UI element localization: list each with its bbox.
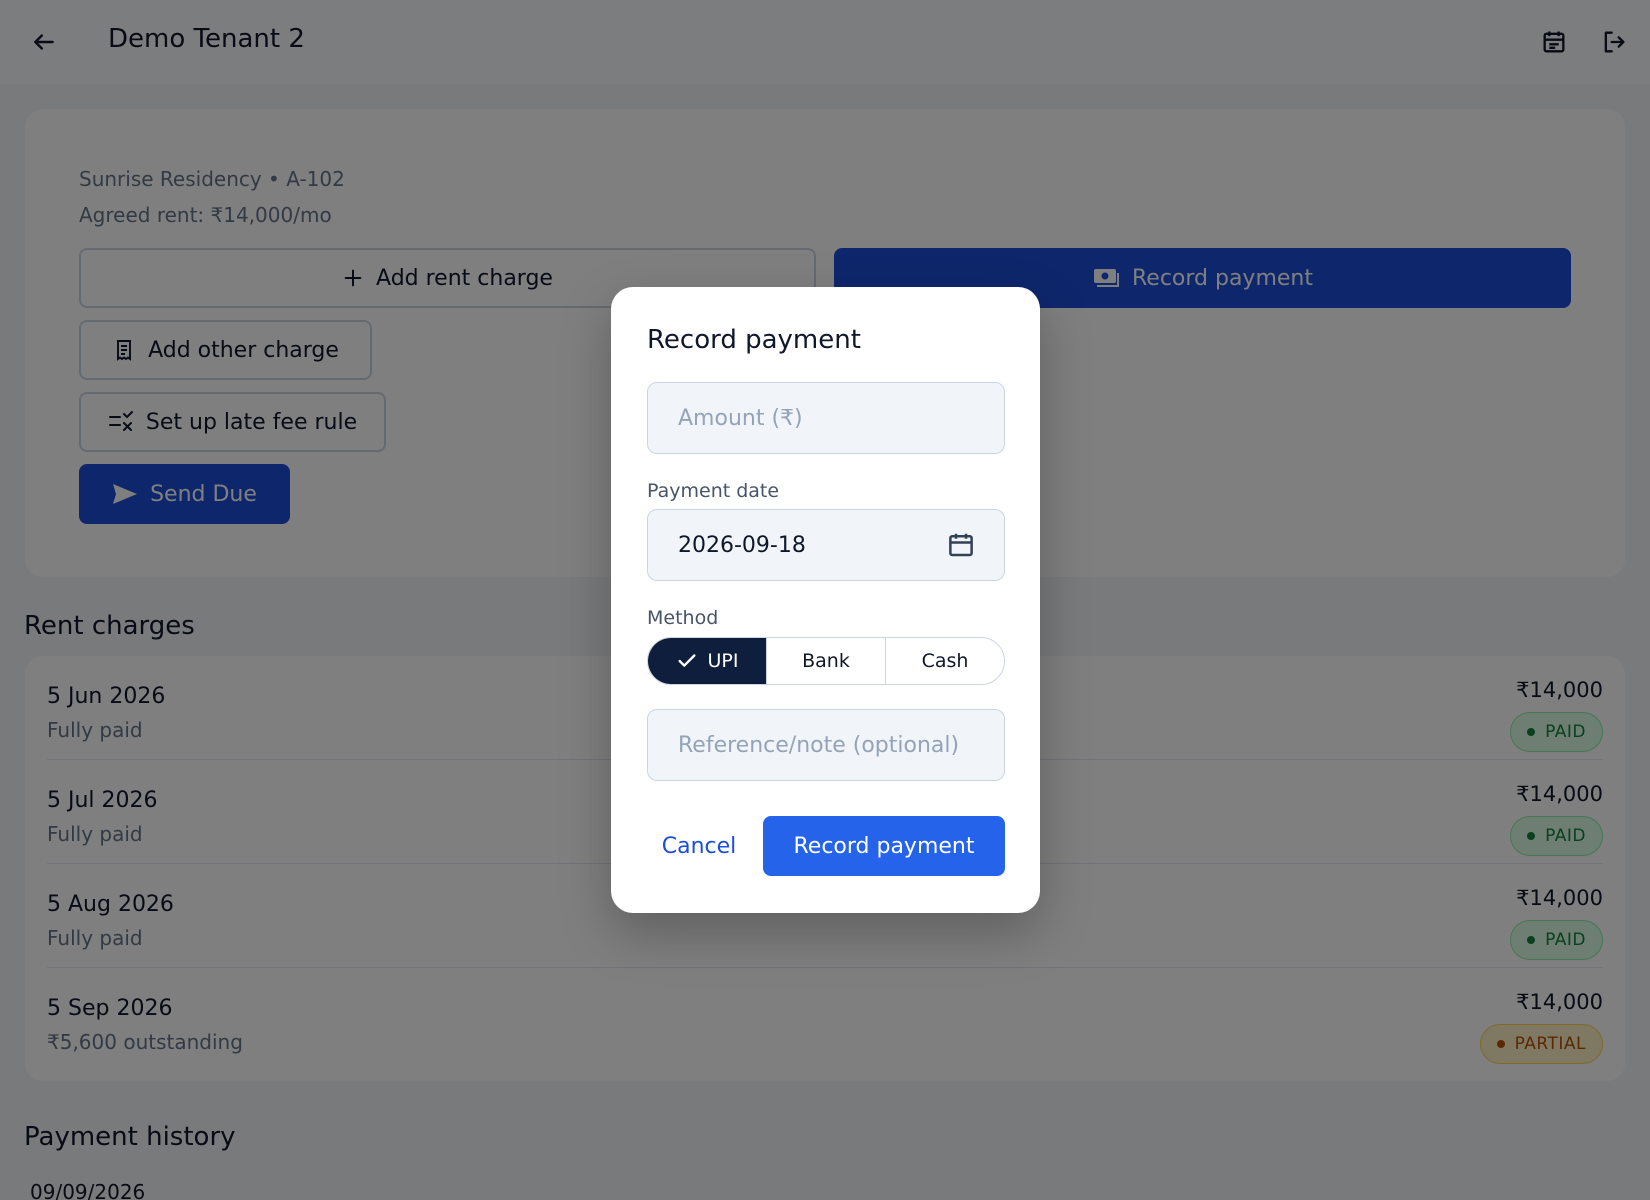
payment-date-label: Payment date [647, 480, 780, 502]
method-bank[interactable]: Bank [766, 638, 885, 684]
amount-placeholder: Amount (₹) [678, 405, 803, 431]
method-cash[interactable]: Cash [885, 638, 1004, 684]
check-icon [677, 654, 696, 667]
method-upi[interactable]: UPI [648, 638, 766, 684]
payment-date-input[interactable]: 2026-09-18 [647, 509, 1005, 581]
reference-placeholder: Reference/note (optional) [678, 732, 960, 758]
method-cash-label: Cash [921, 650, 969, 672]
method-label: Method [647, 607, 719, 629]
calendar-icon[interactable] [946, 530, 976, 560]
amount-input[interactable]: Amount (₹) [647, 382, 1005, 454]
method-bank-label: Bank [802, 650, 850, 672]
record-payment-dialog: Record payment Amount (₹) Payment date 2… [611, 287, 1040, 913]
payment-date-value: 2026-09-18 [678, 532, 806, 558]
payment-method-selector: UPI Bank Cash [647, 637, 1005, 685]
cancel-button[interactable]: Cancel [647, 816, 751, 876]
reference-note-input[interactable]: Reference/note (optional) [647, 709, 1005, 781]
method-upi-label: UPI [707, 650, 739, 672]
submit-record-payment-button[interactable]: Record payment [763, 816, 1005, 876]
dialog-title: Record payment [647, 325, 861, 355]
